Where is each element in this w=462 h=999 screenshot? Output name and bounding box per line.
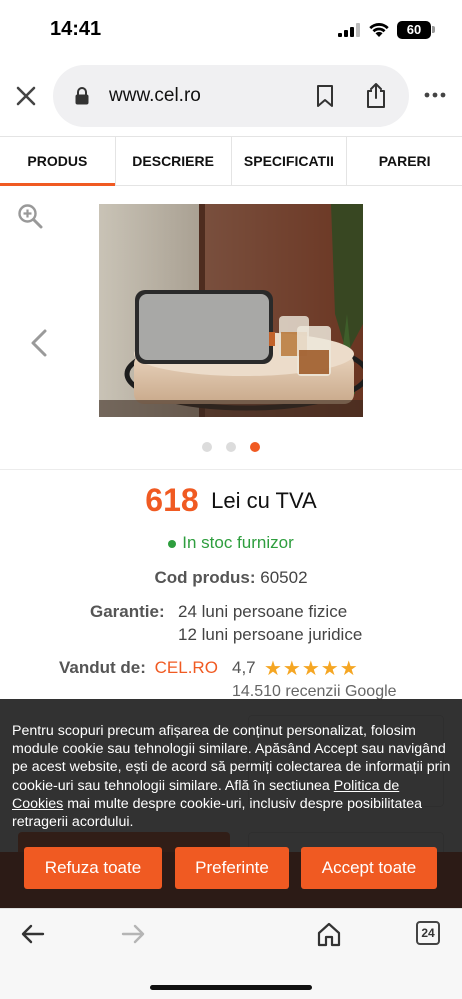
url-text: www.cel.ro [109,85,201,106]
gallery-dot-active[interactable] [250,442,261,452]
product-image[interactable] [99,204,363,417]
tab-specificatii[interactable]: SPECIFICATII [232,137,348,185]
warranty-label: Garantie: [90,602,165,621]
refuse-all-button[interactable]: Refuza toate [24,847,162,889]
seller-label: Vandut de: [59,658,146,677]
rating-value: 4,7 [232,658,256,677]
close-icon[interactable] [12,82,40,110]
gallery-dot[interactable] [201,442,212,452]
product-tabs: PRODUS DESCRIERE SPECIFICATII PARERI [0,136,462,186]
price-value: 618 [145,482,199,518]
section-divider [0,469,462,470]
product-code: Cod produs: 60502 [0,568,462,588]
product-code-label: Cod produs: [154,568,256,587]
cookie-text: Pentru scopuri precum afișarea de conțin… [12,722,452,831]
browser-address-bar: www.cel.ro [0,62,462,130]
back-arrow-icon[interactable] [20,923,46,945]
product-code-value: 60502 [260,568,308,587]
tab-produs[interactable]: PRODUS [0,137,116,186]
stock-status: In stoc furnizor [0,533,462,553]
more-options-icon[interactable] [424,92,446,98]
accept-all-button[interactable]: Accept toate [301,847,437,889]
url-field[interactable]: www.cel.ro [53,65,409,127]
cookie-banner: Pentru scopuri precum afișarea de conțin… [0,699,462,908]
battery-icon: 60 [397,21,431,39]
rating-stars-icon: ★★★★★ [264,658,359,680]
share-icon[interactable] [365,81,387,109]
browser-toolbar: 24 [0,908,462,999]
battery-nub [432,26,435,33]
warranty-individuals: 24 luni persoane fizice [178,602,348,621]
zoom-in-icon[interactable] [17,203,43,229]
seller-link[interactable]: CEL.RO [155,658,218,677]
warranty-companies: 12 luni persoane juridice [178,625,363,644]
gallery-dot[interactable] [226,442,236,452]
price-label: Lei cu TVA [211,487,317,513]
seller: Vandut de: CEL.RO [59,658,218,678]
preferences-button[interactable]: Preferinte [175,847,289,889]
stock-text: In stoc furnizor [182,533,294,552]
gallery-pagination [0,439,462,457]
tab-pareri[interactable]: PARERI [347,137,462,185]
home-indicator [150,985,312,990]
bookmark-icon[interactable] [315,84,335,108]
cookie-text-tail: mai multe despre cookie-uri, inclusiv de… [12,795,423,831]
price-row: 618 Lei cu TVA [0,482,462,519]
status-bar: 14:41 60 [0,0,462,58]
chevron-left-icon[interactable] [28,328,50,358]
forward-arrow-icon[interactable] [120,923,146,945]
stock-dot-icon [168,539,177,548]
cellular-signal-icon [338,23,360,37]
lock-icon [75,87,89,105]
wifi-icon [369,23,389,37]
status-time: 14:41 [50,18,102,40]
tabs-count-icon[interactable]: 24 [416,921,440,945]
home-icon[interactable] [316,921,342,947]
tab-descriere[interactable]: DESCRIERE [116,137,232,185]
